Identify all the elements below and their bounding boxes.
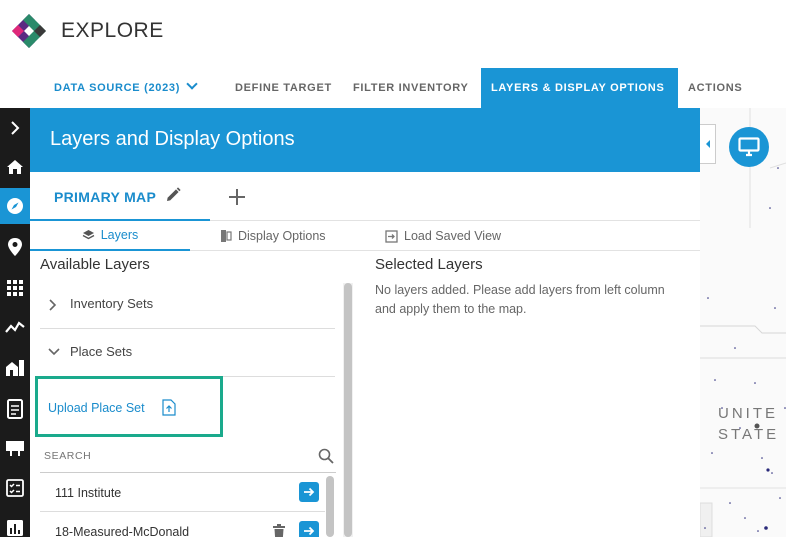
tab-load-saved-view-label: Load Saved View bbox=[404, 229, 502, 243]
map-view[interactable]: UNITE STATE bbox=[700, 108, 786, 537]
layers-icon bbox=[82, 229, 95, 239]
search-icon[interactable] bbox=[318, 448, 334, 464]
upload-place-set-label: Upload Place Set bbox=[48, 401, 145, 415]
tab-display-options-label: Display Options bbox=[238, 229, 326, 243]
tab-load-saved-view[interactable]: Load Saved View bbox=[385, 221, 501, 251]
search-input[interactable] bbox=[44, 450, 304, 462]
rail-report-button[interactable] bbox=[0, 391, 30, 427]
monitor-icon bbox=[738, 137, 760, 157]
map-background bbox=[700, 108, 786, 537]
selected-layers-empty-message: No layers added. Please add layers from … bbox=[375, 283, 665, 316]
trash-icon[interactable] bbox=[273, 524, 285, 537]
available-layers-title: Available Layers bbox=[40, 256, 150, 273]
panel-title: Layers and Display Options bbox=[50, 128, 295, 150]
grid-icon bbox=[7, 280, 23, 296]
chevron-down-icon bbox=[48, 348, 60, 356]
left-rail bbox=[0, 108, 30, 537]
buildings-icon bbox=[6, 360, 24, 376]
accordion-inventory-sets-label: Inventory Sets bbox=[70, 296, 154, 311]
add-layer-button[interactable] bbox=[299, 482, 319, 502]
place-set-search[interactable] bbox=[40, 444, 336, 473]
tab-layers[interactable]: Layers bbox=[30, 221, 190, 251]
nav-filter-inventory[interactable]: FILTER INVENTORY bbox=[353, 68, 469, 108]
location-pin-icon bbox=[8, 238, 22, 256]
trend-icon bbox=[5, 321, 25, 333]
report-icon bbox=[7, 399, 23, 419]
selected-layers-title: Selected Layers bbox=[375, 256, 483, 273]
nav-data-source-label: DATA SOURCE (2023) bbox=[54, 82, 181, 94]
upload-place-set-button[interactable]: Upload Place Set bbox=[35, 376, 223, 437]
rail-location-button[interactable] bbox=[0, 229, 30, 265]
pencil-icon[interactable] bbox=[164, 186, 182, 204]
display-options-icon bbox=[221, 230, 232, 242]
app-title: EXPLORE bbox=[61, 19, 164, 42]
top-nav: DATA SOURCE (2023) DEFINE TARGET FILTER … bbox=[0, 68, 786, 108]
rail-analytics-button[interactable] bbox=[0, 510, 30, 537]
chevron-down-icon bbox=[186, 78, 198, 90]
brand-logo-icon[interactable] bbox=[10, 12, 48, 50]
list-item[interactable]: 18-Measured-McDonald bbox=[40, 513, 325, 537]
rail-explore-button[interactable] bbox=[0, 188, 30, 224]
nav-layers-display-options[interactable]: LAYERS & DISPLAY OPTIONS bbox=[481, 68, 678, 108]
tab-primary-map-label: PRIMARY MAP bbox=[54, 189, 157, 205]
accordion-inventory-sets[interactable]: Inventory Sets bbox=[40, 281, 335, 329]
layers-panel: Layers and Display Options PRIMARY MAP L… bbox=[30, 108, 700, 537]
rail-expand-button[interactable] bbox=[0, 110, 30, 146]
rail-grid-button[interactable] bbox=[0, 270, 30, 306]
rail-trend-button[interactable] bbox=[0, 309, 30, 345]
checklist-icon bbox=[6, 479, 24, 497]
rail-billboard-button[interactable] bbox=[0, 430, 30, 466]
compass-icon bbox=[7, 198, 23, 214]
column-scrollbar[interactable] bbox=[343, 283, 353, 537]
rail-checklist-button[interactable] bbox=[0, 470, 30, 506]
presentation-mode-button[interactable] bbox=[729, 127, 769, 167]
upload-icon bbox=[162, 399, 176, 416]
tab-primary-map[interactable]: PRIMARY MAP bbox=[30, 172, 210, 221]
tab-display-options[interactable]: Display Options bbox=[220, 221, 326, 251]
column-scrollbar-thumb[interactable] bbox=[344, 283, 352, 537]
rail-buildings-button[interactable] bbox=[0, 350, 30, 386]
nav-actions[interactable]: ACTIONS bbox=[688, 68, 742, 108]
home-icon bbox=[7, 160, 23, 174]
tab-layers-label: Layers bbox=[100, 228, 139, 242]
chevron-left-icon bbox=[705, 140, 710, 148]
add-map-icon[interactable] bbox=[228, 188, 246, 206]
list-scrollbar[interactable] bbox=[326, 476, 334, 537]
app-root: EXPLORE DATA SOURCE (2023) DEFINE TARGET… bbox=[0, 0, 786, 537]
bar-chart-icon bbox=[7, 520, 23, 536]
accordion-place-sets[interactable]: Place Sets bbox=[40, 329, 335, 377]
accordion-place-sets-label: Place Sets bbox=[70, 344, 133, 359]
panel-collapse-toggle[interactable] bbox=[700, 124, 716, 164]
load-view-icon bbox=[385, 229, 398, 243]
add-layer-button[interactable] bbox=[299, 521, 319, 537]
billboard-icon bbox=[6, 441, 24, 456]
map-label-country-line2: STATE bbox=[718, 426, 780, 443]
nav-data-source[interactable]: DATA SOURCE (2023) bbox=[54, 68, 198, 108]
map-label-country: UNITE bbox=[718, 405, 778, 422]
nav-define-target[interactable]: DEFINE TARGET bbox=[235, 68, 332, 108]
map-tabs: PRIMARY MAP bbox=[30, 172, 700, 221]
arrow-right-icon bbox=[304, 487, 315, 497]
arrow-right-icon bbox=[304, 526, 315, 536]
app-header: EXPLORE bbox=[0, 0, 786, 68]
list-item-label: 18-Measured-McDonald bbox=[55, 525, 190, 537]
sub-tabs: Layers Display Options Load Saved View bbox=[30, 221, 700, 251]
list-item-label: 111 Institute bbox=[55, 486, 122, 500]
rail-home-button[interactable] bbox=[0, 149, 30, 185]
expand-icon bbox=[11, 121, 20, 135]
chevron-right-icon bbox=[49, 299, 57, 311]
list-item[interactable]: 111 Institute bbox=[40, 474, 325, 512]
panel-header: Layers and Display Options bbox=[30, 108, 700, 172]
